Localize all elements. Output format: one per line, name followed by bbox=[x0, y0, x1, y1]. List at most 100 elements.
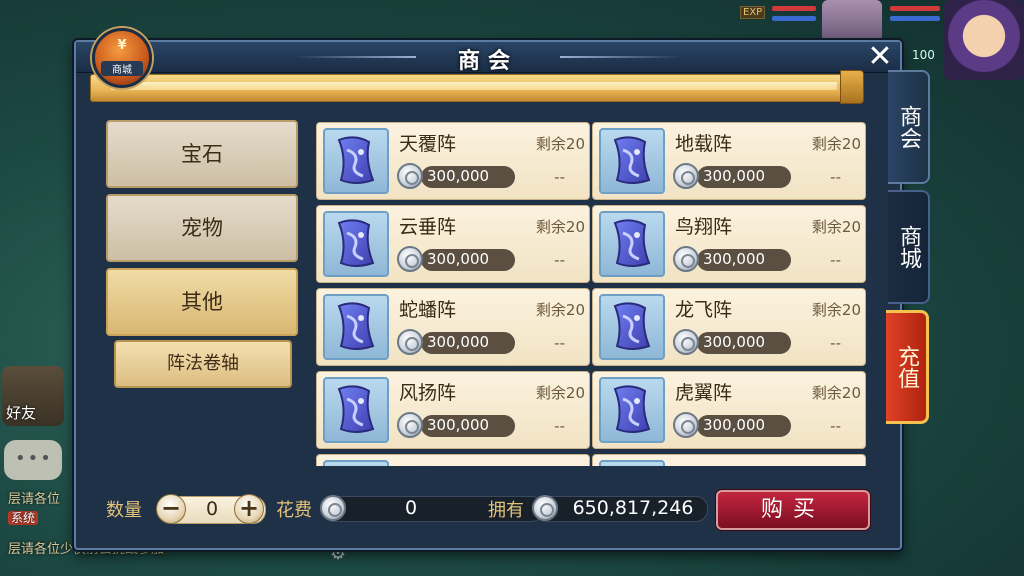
item-price: 300,000 bbox=[427, 250, 490, 268]
item-card[interactable]: 鹰啸阵 bbox=[592, 454, 866, 466]
gold-banner bbox=[90, 74, 858, 102]
friend-label: 好友 bbox=[6, 404, 37, 422]
item-card[interactable]: 鸟翔阵 剩余20 300,000 -- bbox=[592, 205, 866, 283]
formation-scroll-icon bbox=[599, 211, 665, 277]
silver-coin-icon bbox=[532, 495, 558, 521]
panel-title: 商会 bbox=[457, 49, 518, 74]
yen-icon: ¥ bbox=[117, 38, 127, 53]
item-card[interactable]: 雷绝阵 bbox=[316, 454, 590, 466]
pet-hp-bar bbox=[890, 6, 940, 11]
pet-avatar[interactable] bbox=[822, 0, 882, 42]
formation-scroll-icon bbox=[599, 377, 665, 443]
item-extra: -- bbox=[830, 251, 841, 269]
item-price: 300,000 bbox=[427, 333, 490, 351]
silver-coin-icon bbox=[397, 246, 423, 272]
item-card[interactable]: 天覆阵 剩余20 300,000 -- bbox=[316, 122, 590, 200]
shop-badge-label: 商城 bbox=[101, 61, 143, 76]
chat-dots: ••• bbox=[15, 448, 53, 469]
formation-scroll-icon bbox=[323, 211, 389, 277]
shop-badge-icon: ¥ 商城 bbox=[92, 28, 152, 88]
chat-line: 层请各位 bbox=[8, 492, 61, 507]
item-card[interactable]: 虎翼阵 剩余20 300,000 -- bbox=[592, 371, 866, 449]
minus-button[interactable]: − bbox=[156, 494, 186, 524]
formation-scroll-icon bbox=[323, 460, 389, 466]
item-extra: -- bbox=[554, 251, 565, 269]
item-stock: 剩余20 bbox=[535, 301, 585, 319]
item-name: 天覆阵 bbox=[399, 133, 457, 155]
item-extra: -- bbox=[554, 168, 565, 186]
owned-label: 拥有 bbox=[488, 500, 524, 521]
item-stock: 剩余20 bbox=[535, 218, 585, 236]
title-decoration-right bbox=[560, 56, 680, 58]
item-name: 地载阵 bbox=[675, 133, 733, 155]
tab-recharge[interactable]: 充值 bbox=[886, 310, 929, 424]
hp-value: 100 bbox=[912, 48, 935, 62]
quantity-label: 数量 bbox=[106, 500, 142, 521]
tab-mall[interactable]: 商城 bbox=[888, 190, 930, 304]
item-card[interactable]: 蛇蟠阵 剩余20 300,000 -- bbox=[316, 288, 590, 366]
item-extra: -- bbox=[554, 417, 565, 435]
cost-value: 0 bbox=[404, 497, 418, 519]
silver-coin-icon bbox=[673, 246, 699, 272]
hp-bar bbox=[772, 6, 816, 11]
item-price: 300,000 bbox=[427, 167, 490, 185]
close-button[interactable]: ✕ bbox=[866, 42, 894, 72]
item-price: 300,000 bbox=[703, 416, 766, 434]
gold-banner-end bbox=[840, 70, 864, 104]
formation-scroll-icon bbox=[323, 377, 389, 443]
category-gems[interactable]: 宝石 bbox=[106, 120, 298, 188]
item-name: 雷绝阵 bbox=[399, 461, 456, 466]
item-card[interactable]: 云垂阵 剩余20 300,000 -- bbox=[316, 205, 590, 283]
item-card[interactable]: 龙飞阵 剩余20 300,000 -- bbox=[592, 288, 866, 366]
item-extra: -- bbox=[830, 334, 841, 352]
item-extra: -- bbox=[830, 168, 841, 186]
silver-coin-icon bbox=[397, 163, 423, 189]
pet-mp-bar bbox=[890, 16, 940, 21]
item-extra: -- bbox=[830, 417, 841, 435]
formation-scroll-icon bbox=[599, 128, 665, 194]
system-tag: 系统 bbox=[8, 511, 39, 525]
formation-scroll-icon bbox=[599, 460, 665, 466]
item-stock: 剩余20 bbox=[535, 384, 585, 402]
item-card[interactable]: 地载阵 剩余20 300,000 -- bbox=[592, 122, 866, 200]
buy-button[interactable]: 购买 bbox=[716, 490, 870, 530]
item-name: 风扬阵 bbox=[399, 382, 457, 404]
item-grid[interactable]: 天覆阵 剩余20 300,000 -- 地载阵 剩余20 300,000 -- 云垂阵 剩余20 3… bbox=[316, 122, 872, 466]
player-avatar[interactable] bbox=[944, 0, 1024, 80]
silver-coin-icon bbox=[673, 163, 699, 189]
silver-coin-icon bbox=[320, 495, 346, 521]
shop-panel: 商会 ✕ ¥ 商城 宝石 宠物 其他 阵法卷轴 天覆阵 剩余20 300,000 --… bbox=[74, 28, 902, 550]
item-name: 虎翼阵 bbox=[675, 382, 733, 404]
owned-value: 650,817,246 bbox=[572, 497, 694, 519]
panel-header: 商会 ✕ bbox=[76, 42, 900, 74]
item-name: 鸟翔阵 bbox=[675, 216, 733, 238]
formation-scroll-icon bbox=[599, 294, 665, 360]
item-name: 龙飞阵 bbox=[675, 299, 733, 321]
item-stock: 剩余20 bbox=[811, 218, 861, 236]
item-extra: -- bbox=[554, 334, 565, 352]
tab-chamber-of-commerce[interactable]: 商会 bbox=[888, 70, 930, 184]
item-name: 蛇蟠阵 bbox=[399, 299, 457, 321]
item-price: 300,000 bbox=[703, 167, 766, 185]
item-name: 云垂阵 bbox=[399, 216, 457, 238]
item-stock: 剩余20 bbox=[811, 301, 861, 319]
formation-scroll-icon bbox=[323, 294, 389, 360]
item-card[interactable]: 风扬阵 剩余20 300,000 -- bbox=[316, 371, 590, 449]
item-price: 300,000 bbox=[703, 333, 766, 351]
item-price: 300,000 bbox=[427, 416, 490, 434]
category-pets[interactable]: 宠物 bbox=[106, 194, 298, 262]
subcategory-formation-scrolls[interactable]: 阵法卷轴 bbox=[114, 340, 292, 388]
silver-coin-icon bbox=[673, 329, 699, 355]
category-other[interactable]: 其他 bbox=[106, 268, 298, 336]
exp-tag: EXP bbox=[740, 6, 766, 19]
silver-coin-icon bbox=[397, 329, 423, 355]
item-name: 鹰啸阵 bbox=[675, 461, 732, 466]
item-stock: 剩余20 bbox=[811, 384, 861, 402]
silver-coin-icon bbox=[673, 412, 699, 438]
cost-label: 花费 bbox=[276, 500, 312, 521]
item-stock: 剩余20 bbox=[811, 135, 861, 153]
silver-coin-icon bbox=[397, 412, 423, 438]
plus-button[interactable]: + bbox=[234, 494, 264, 524]
mp-bar bbox=[772, 16, 816, 21]
item-stock: 剩余20 bbox=[535, 135, 585, 153]
